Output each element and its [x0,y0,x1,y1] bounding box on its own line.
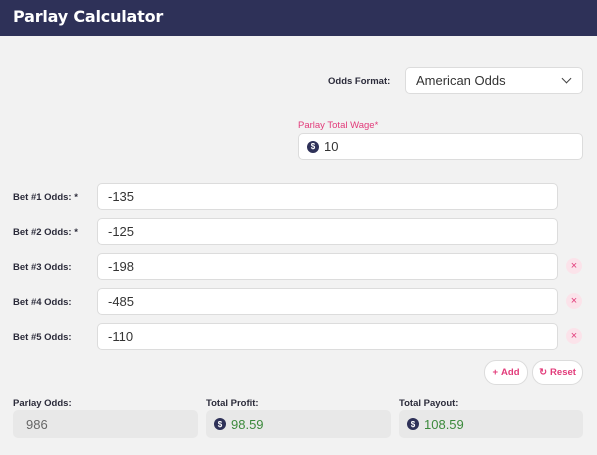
odds-format-select[interactable]: American Odds [405,67,583,94]
parlay-odds-field: 986 [13,410,198,438]
bet-5-value: -110 [108,329,134,344]
wager-label: Parlay Total Wage* [298,120,379,131]
remove-bet-5-button[interactable]: × [566,328,582,344]
bet-3-odds-input[interactable]: -198 [97,253,558,280]
parlay-odds-value: 986 [26,416,48,432]
total-payout-value: 108.59 [424,416,464,432]
page-title: Parlay Calculator [13,7,164,26]
bet-4-odds-input[interactable]: -485 [97,288,558,315]
total-profit-label: Total Profit: [206,398,259,409]
bet-1-value: -135 [108,189,135,204]
app-header: Parlay Calculator [0,0,597,36]
total-profit-value: 98.59 [231,416,264,432]
add-label: Add [501,367,520,378]
remove-bet-3-button[interactable]: × [566,258,582,274]
chevron-down-icon [561,73,572,84]
dollar-icon: $ [307,140,319,153]
wager-value: 10 [324,139,339,154]
dollar-icon: $ [214,418,226,430]
reset-label: Reset [550,367,576,378]
add-bet-button[interactable]: + Add [484,360,528,385]
wager-input[interactable]: $ 10 [298,133,583,160]
odds-format-value: American Odds [416,73,506,88]
total-payout-field: $ 108.59 [399,410,583,438]
total-payout-label: Total Payout: [399,398,459,409]
remove-bet-4-button[interactable]: × [566,293,582,309]
reset-icon: ↻ [539,367,548,378]
reset-button[interactable]: ↻ Reset [532,360,583,385]
bet-4-label: Bet #4 Odds: [13,297,72,308]
bet-2-value: -125 [108,224,135,239]
bet-1-odds-input[interactable]: -135 [97,183,558,210]
bet-1-label: Bet #1 Odds: * [13,192,78,203]
bet-5-odds-input[interactable]: -110 [97,323,558,350]
bet-5-label: Bet #5 Odds: [13,332,72,343]
odds-format-label: Odds Format: [328,76,391,87]
bet-2-odds-input[interactable]: -125 [97,218,558,245]
bet-3-label: Bet #3 Odds: [13,262,72,273]
total-profit-field: $ 98.59 [206,410,391,438]
bet-4-value: -485 [108,294,135,309]
plus-icon: + [492,367,499,378]
parlay-odds-label: Parlay Odds: [13,398,72,409]
bet-2-label: Bet #2 Odds: * [13,227,78,238]
dollar-icon: $ [407,418,419,430]
bet-3-value: -198 [108,259,135,274]
